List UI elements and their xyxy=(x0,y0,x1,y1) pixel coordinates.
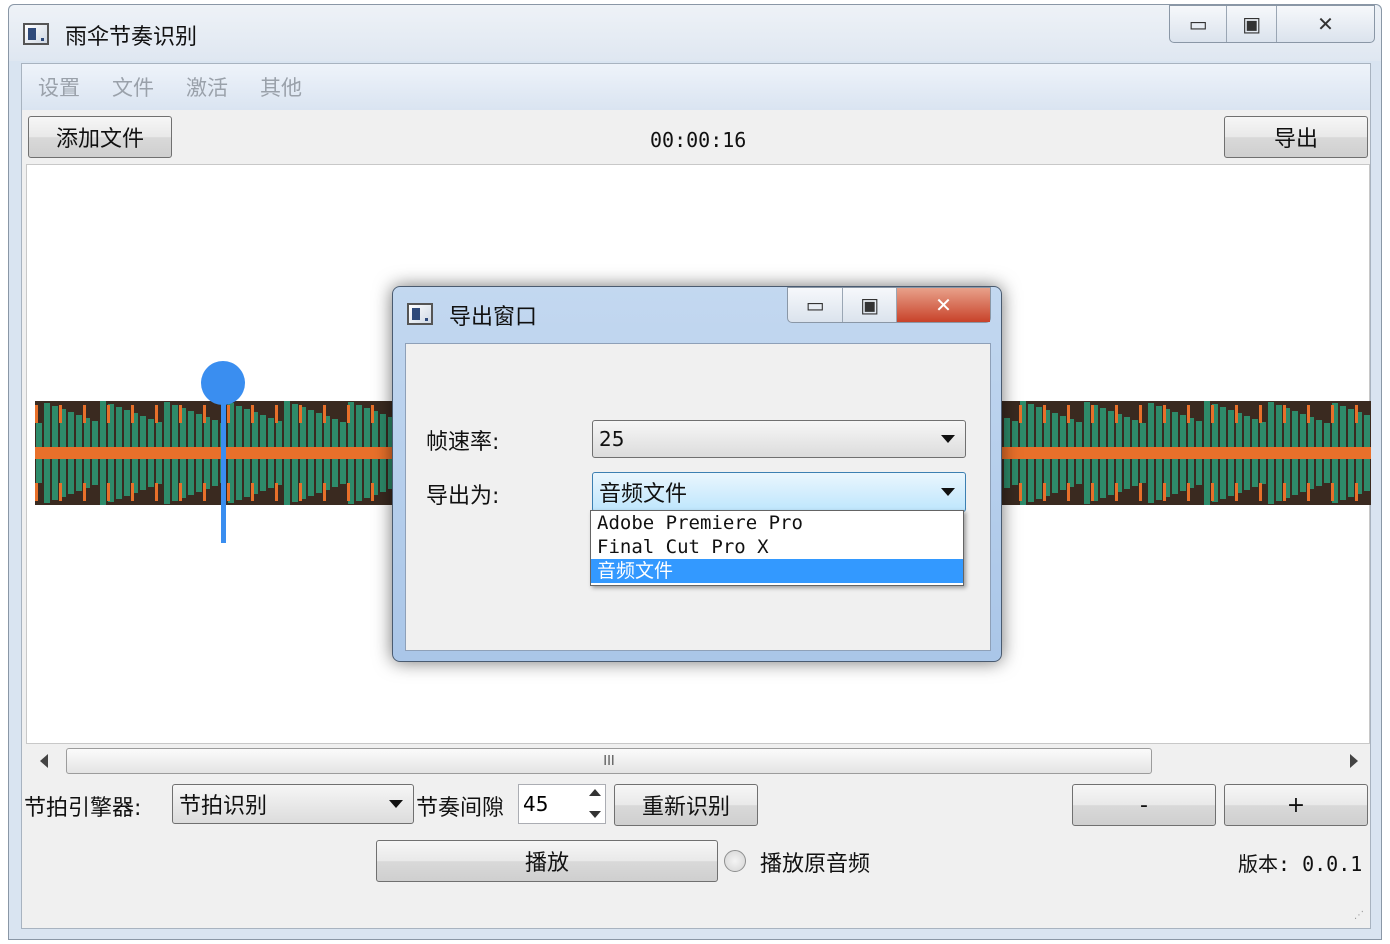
add-file-button[interactable]: 添加文件 xyxy=(28,116,172,158)
engine-select[interactable]: 节拍识别 xyxy=(172,784,414,824)
interval-label: 节奏间隙 xyxy=(416,796,505,821)
maximize-icon: ▣ xyxy=(860,293,880,317)
menu-bar: 设置 文件 激活 其他 xyxy=(22,64,1370,110)
export-as-select-value: 音频文件 xyxy=(599,482,688,507)
chevron-down-icon xyxy=(941,435,955,443)
option-premiere[interactable]: Adobe Premiere Pro xyxy=(591,511,963,535)
horizontal-scrollbar[interactable]: III xyxy=(26,746,1370,776)
close-button[interactable]: ✕ xyxy=(1277,6,1374,42)
dialog-window-controls: ▭ ▣ ✕ xyxy=(787,287,991,323)
framerate-select[interactable]: 25 xyxy=(592,420,966,458)
play-original-radio[interactable] xyxy=(724,850,746,872)
resize-grip-icon[interactable]: ⋰ xyxy=(1354,910,1364,921)
close-icon: ✕ xyxy=(1317,12,1334,36)
grip-icon: III xyxy=(603,753,615,769)
menu-other[interactable]: 其他 xyxy=(260,72,302,102)
title-bar: 雨伞节奏识别 ▭ ▣ ✕ xyxy=(9,5,1381,61)
spin-up-icon[interactable] xyxy=(589,789,601,796)
menu-settings[interactable]: 设置 xyxy=(38,72,80,102)
window-controls: ▭ ▣ ✕ xyxy=(1169,5,1375,43)
chevron-down-icon xyxy=(941,488,955,496)
maximize-icon: ▣ xyxy=(1242,12,1262,36)
export-as-dropdown-list: Adobe Premiere Pro Final Cut Pro X 音频文件 xyxy=(590,510,964,586)
scrollbar-thumb[interactable]: III xyxy=(66,748,1152,774)
maximize-button[interactable]: ▣ xyxy=(1227,6,1277,42)
engine-select-value: 节拍识别 xyxy=(179,794,268,819)
zoom-out-button[interactable]: - xyxy=(1072,784,1216,826)
chevron-down-icon xyxy=(389,800,403,808)
interval-value: 45 xyxy=(523,792,549,816)
export-as-label: 导出为: xyxy=(426,484,500,509)
framerate-select-value: 25 xyxy=(599,427,625,451)
close-icon: ✕ xyxy=(935,293,952,317)
option-final-cut[interactable]: Final Cut Pro X xyxy=(591,535,963,559)
framerate-label: 帧速率: xyxy=(426,430,500,455)
export-button[interactable]: 导出 xyxy=(1224,116,1368,158)
version-label: 版本: 0.0.1 xyxy=(1238,852,1363,876)
menu-activate[interactable]: 激活 xyxy=(186,72,228,102)
minimize-icon: ▭ xyxy=(805,293,825,317)
window-title: 雨伞节奏识别 xyxy=(65,25,198,50)
dialog-icon xyxy=(407,303,433,325)
dialog-minimize-button[interactable]: ▭ xyxy=(788,288,844,322)
minimize-icon: ▭ xyxy=(1188,12,1208,36)
play-button[interactable]: 播放 xyxy=(376,840,718,882)
spin-down-icon[interactable] xyxy=(589,811,601,818)
dialog-close-button[interactable]: ✕ xyxy=(896,288,990,322)
playhead-handle[interactable] xyxy=(201,361,245,405)
export-dialog: 导出窗口 ▭ ▣ ✕ 帧速率: 25 导出为: 音频文件 xyxy=(392,286,1002,662)
dialog-maximize-button[interactable]: ▣ xyxy=(843,288,897,322)
dialog-title: 导出窗口 xyxy=(449,305,538,330)
time-display: 00:00:16 xyxy=(650,128,747,152)
app-icon xyxy=(23,23,49,45)
engine-label: 节拍引擎器: xyxy=(24,796,142,821)
menu-file[interactable]: 文件 xyxy=(112,72,154,102)
option-audio-file[interactable]: 音频文件 xyxy=(591,559,963,583)
scroll-left-icon[interactable] xyxy=(40,754,48,768)
scroll-right-icon[interactable] xyxy=(1350,754,1358,768)
redetect-button[interactable]: 重新识别 xyxy=(614,784,758,826)
zoom-in-button[interactable]: + xyxy=(1224,784,1368,826)
play-original-label[interactable]: 播放原音频 xyxy=(760,846,870,878)
dialog-body: 帧速率: 25 导出为: 音频文件 xyxy=(405,343,991,651)
playhead-line[interactable] xyxy=(221,383,226,543)
export-as-select[interactable]: 音频文件 xyxy=(592,472,966,512)
interval-spinbox[interactable]: 45 xyxy=(518,784,606,824)
minimize-button[interactable]: ▭ xyxy=(1170,6,1228,42)
